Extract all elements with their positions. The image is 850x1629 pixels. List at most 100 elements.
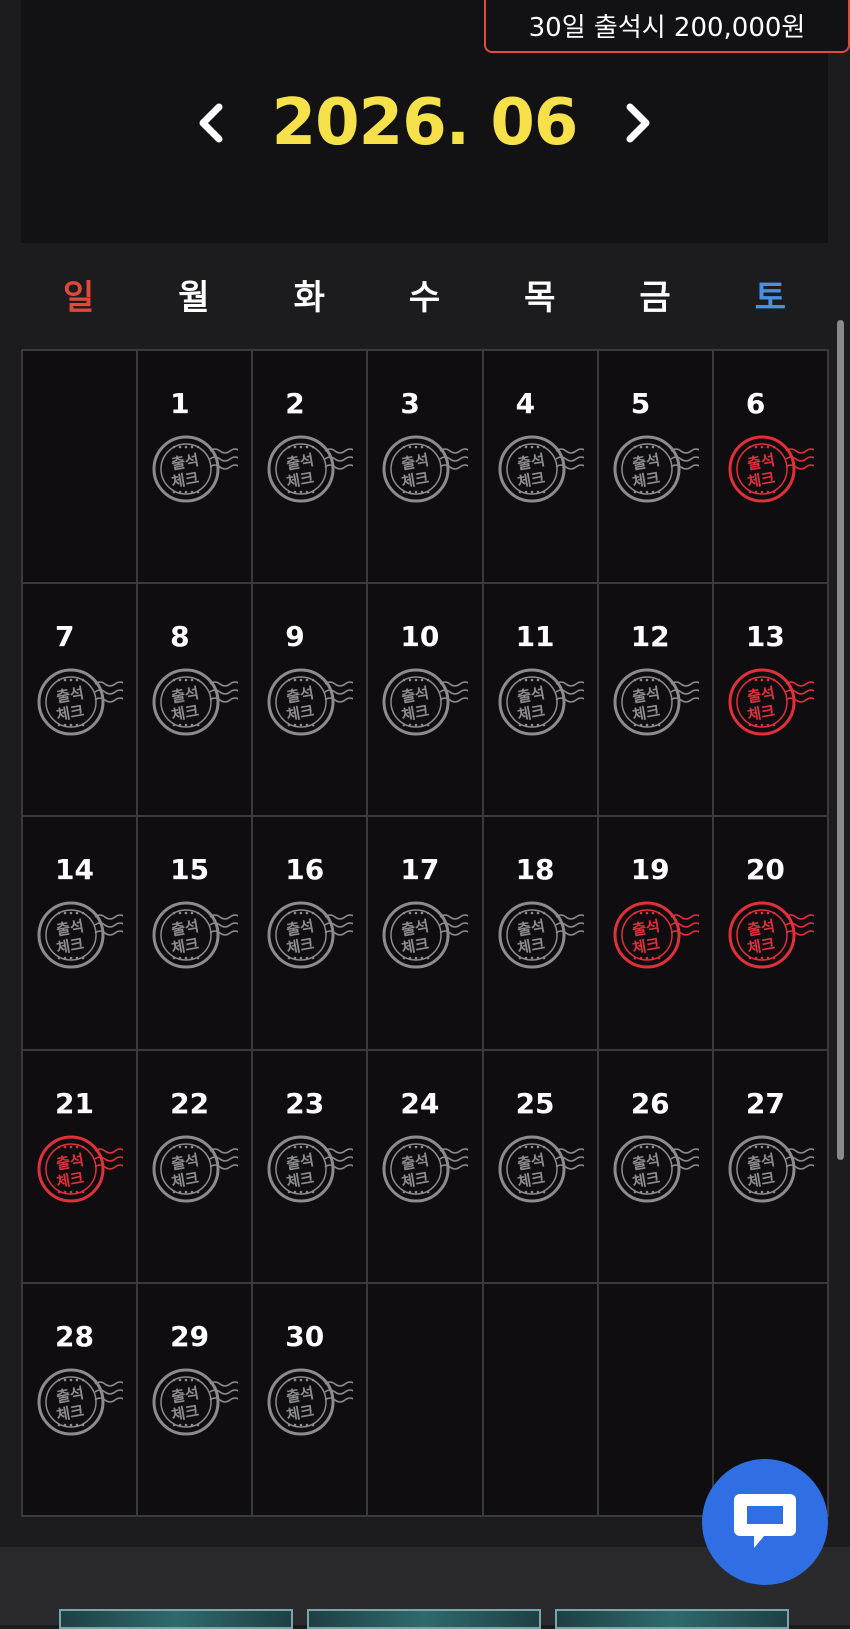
calendar-day-cell[interactable]: 16 출석 체크 (253, 817, 369, 1051)
day-number: 20 (745, 853, 785, 887)
attendance-stamp-icon: 출석체크 (728, 1135, 814, 1203)
promo-banner[interactable] (307, 1609, 541, 1629)
attendance-stamp-icon: 출석체크 (498, 668, 584, 736)
day-number: 16 (285, 853, 325, 887)
stamp-text-bottom: 체크 (400, 935, 431, 958)
calendar-day-cell[interactable]: 18 출석 체크 (483, 817, 599, 1051)
stamp-text-bottom: 체크 (516, 1168, 547, 1191)
attendance-stamp-icon: 출석체크 (152, 901, 239, 969)
stamp-text-bottom: 체크 (400, 702, 431, 725)
calendar-day-cell[interactable]: 22 출석 체크 (138, 1050, 254, 1284)
calendar-day-cell[interactable]: 6 출석 체크 (713, 351, 829, 585)
calendar-day-cell[interactable]: 2 출석 체크 (253, 351, 369, 585)
attendance-stamp-icon: 출석체크 (37, 1368, 123, 1436)
promo-banner[interactable] (59, 1609, 293, 1629)
stamp-text-bottom: 체크 (55, 1168, 86, 1191)
calendar-day-cell[interactable]: 7 출석 체크 (23, 584, 139, 818)
calendar-day-cell[interactable]: 17 출석 체크 (368, 817, 484, 1051)
day-number: 22 (170, 1086, 210, 1120)
day-number: 23 (285, 1086, 325, 1120)
day-number: 24 (400, 1086, 440, 1120)
calendar-day-cell[interactable]: 10 출석 체크 (368, 584, 484, 818)
attendance-stamp-icon: 출석체크 (498, 1135, 584, 1203)
day-number: 5 (630, 387, 651, 420)
scrollbar[interactable] (837, 320, 844, 1160)
day-number: 15 (170, 853, 210, 887)
calendar-day-cell[interactable]: 24 출석 체크 (368, 1050, 484, 1284)
day-number: 28 (55, 1319, 94, 1353)
weekday-header: 일 월 화 수 목 금 토 (21, 270, 828, 326)
next-month-button[interactable] (609, 93, 669, 153)
stamp-text-bottom: 체크 (55, 1402, 86, 1425)
calendar-day-cell[interactable]: 19 출석 체크 (598, 817, 714, 1051)
stamp-text-bottom: 체크 (55, 935, 86, 958)
attendance-stamp-icon: 출석체크 (152, 435, 239, 503)
calendar-day-cell[interactable]: 15 출석 체크 (138, 817, 254, 1051)
stamp-text-bottom: 체크 (55, 702, 86, 725)
calendar-empty-cell (368, 1283, 484, 1517)
attendance-header: 30일 출석시 200,000원 2026. 06 (21, 0, 850, 243)
attendance-stamp-icon: 출석체크 (267, 901, 354, 969)
chat-button[interactable] (702, 1459, 828, 1585)
chat-bubble-icon (734, 1494, 796, 1548)
calendar-day-cell[interactable]: 12 출석 체크 (598, 584, 714, 818)
calendar-day-cell[interactable]: 14 출석 체크 (23, 817, 139, 1051)
calendar-day-cell[interactable]: 11 출석 체크 (483, 584, 599, 818)
stamp-text-bottom: 체크 (285, 702, 316, 725)
calendar-day-cell[interactable]: 21 출석 체크 (23, 1050, 139, 1284)
stamp-text-bottom: 체크 (631, 935, 662, 958)
calendar-day-cell[interactable]: 25 출석 체크 (483, 1050, 599, 1284)
reward-badge: 30일 출석시 200,000원 (484, 0, 850, 53)
day-number: 18 (515, 853, 555, 887)
weekday-wed: 수 (408, 278, 441, 318)
calendar-day-cell[interactable]: 3 출석 체크 (368, 351, 484, 585)
calendar-day-cell[interactable]: 13 출석 체크 (713, 584, 829, 818)
month-label: 2026. 06 (271, 86, 579, 160)
stamp-text-bottom: 체크 (631, 469, 662, 492)
attendance-stamp-icon: 출석체크 (613, 901, 699, 969)
day-number: 13 (745, 620, 785, 654)
calendar-day-cell[interactable]: 1 출석 체크 (138, 351, 254, 585)
attendance-stamp-icon: 출석체크 (152, 1368, 239, 1436)
calendar-day-cell[interactable]: 29 출석 체크 (138, 1283, 254, 1517)
stamp-text-bottom: 체크 (170, 1168, 201, 1191)
calendar-day-cell[interactable]: 23 출석 체크 (253, 1050, 369, 1284)
calendar-day-cell[interactable]: 28 출석 체크 (23, 1283, 139, 1517)
stamp-text-bottom: 체크 (285, 1168, 316, 1191)
calendar-day-cell[interactable]: 26 출석 체크 (598, 1050, 714, 1284)
stamp-text-bottom: 체크 (170, 702, 201, 725)
attendance-stamp-icon: 출석체크 (613, 435, 699, 503)
stamp-text-bottom: 체크 (285, 469, 316, 492)
chevron-left-icon (199, 103, 223, 143)
calendar-empty-cell (483, 1283, 599, 1517)
stamp-text-bottom: 체크 (285, 1402, 316, 1425)
attendance-stamp-icon: 출석체크 (613, 1135, 699, 1203)
attendance-stamp-icon: 출석체크 (37, 901, 123, 969)
weekday-mon: 월 (178, 278, 210, 318)
weekday-thu: 목 (524, 278, 556, 318)
stamp-text-bottom: 체크 (631, 702, 662, 725)
promo-banner[interactable] (555, 1609, 789, 1629)
day-number: 26 (630, 1086, 670, 1120)
stamp-text-bottom: 체크 (400, 1168, 431, 1191)
stamp-text-bottom: 체크 (746, 1168, 777, 1191)
attendance-stamp-icon: 출석체크 (382, 668, 469, 736)
stamp-text-bottom: 체크 (746, 935, 777, 958)
calendar-day-cell[interactable]: 8 출석 체크 (138, 584, 254, 818)
stamp-text-bottom: 체크 (170, 469, 201, 492)
stamp-text-bottom: 체크 (746, 702, 777, 725)
day-number: 9 (285, 620, 305, 654)
stamp-text-bottom: 체크 (516, 469, 547, 492)
day-number: 8 (170, 620, 190, 654)
calendar-day-cell[interactable]: 4 출석 체크 (483, 351, 599, 585)
calendar-day-cell[interactable]: 9 출석 체크 (253, 584, 369, 818)
day-number: 27 (745, 1086, 785, 1120)
attendance-stamp-icon: 출석체크 (267, 1135, 354, 1203)
prev-month-button[interactable] (180, 93, 240, 153)
day-number: 10 (400, 620, 440, 654)
calendar-day-cell[interactable]: 20 출석 체크 (713, 817, 829, 1051)
calendar-day-cell[interactable]: 30 출석 체크 (253, 1283, 369, 1517)
calendar-day-cell[interactable]: 27 출석 체크 (713, 1050, 829, 1284)
calendar-day-cell[interactable]: 5 출석 체크 (598, 351, 714, 585)
day-number: 4 (515, 387, 536, 420)
